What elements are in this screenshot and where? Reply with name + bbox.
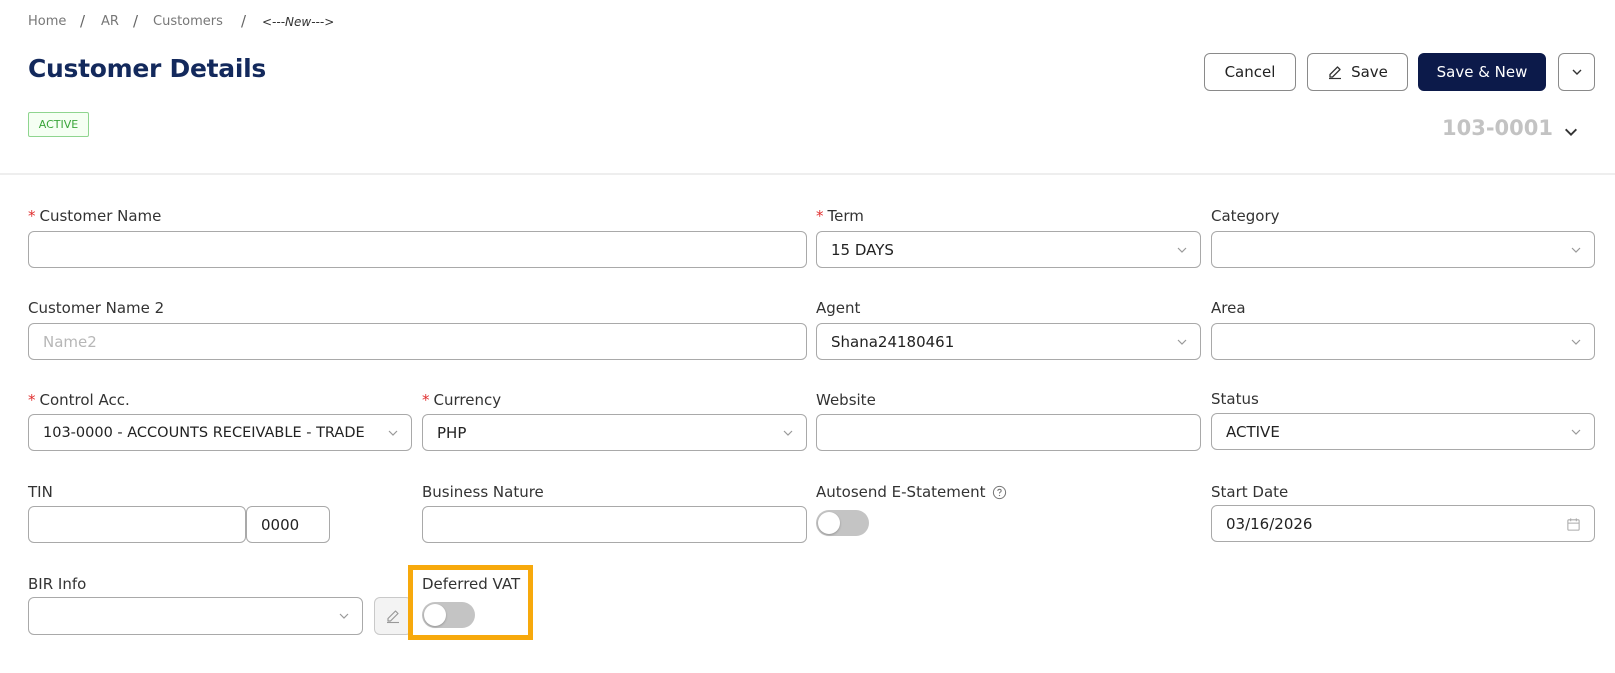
area-select[interactable] <box>1211 323 1595 360</box>
website-input[interactable] <box>816 414 1201 451</box>
breadcrumb-home[interactable]: Home <box>28 13 66 31</box>
term-value: 15 DAYS <box>831 240 894 259</box>
more-actions-button[interactable] <box>1558 53 1595 91</box>
cancel-button-label: Cancel <box>1224 63 1276 81</box>
autosend-label: Autosend E-Statement <box>816 482 1007 502</box>
chevron-down-icon <box>1571 247 1581 253</box>
bir-info-label: BIR Info <box>28 575 87 593</box>
save-button[interactable]: Save <box>1307 53 1408 91</box>
document-number: 103-0001 <box>1442 116 1553 140</box>
business-nature-input[interactable] <box>422 506 807 543</box>
control-acc-label: * Control Acc. <box>28 391 130 409</box>
chevron-down-icon[interactable] <box>1563 124 1579 140</box>
tin-branch-code-value: 0000 <box>261 515 300 534</box>
status-value: ACTIVE <box>1226 422 1280 441</box>
highlight-frame <box>408 565 533 640</box>
business-nature-label: Business Nature <box>422 483 544 501</box>
breadcrumb: Home / AR / Customers / <---New---> <box>0 0 400 40</box>
chevron-down-icon <box>388 430 398 436</box>
bir-info-edit-button[interactable] <box>374 597 412 635</box>
breadcrumb-ar[interactable]: AR <box>101 13 119 31</box>
chevron-down-icon <box>1177 247 1187 253</box>
website-label: Website <box>816 391 876 409</box>
start-date-input[interactable]: 03/16/2026 <box>1211 505 1595 542</box>
tin-input[interactable] <box>28 506 246 543</box>
cancel-button[interactable]: Cancel <box>1204 53 1296 91</box>
required-marker: * <box>816 207 824 225</box>
control-acc-select[interactable]: 103-0000 - ACCOUNTS RECEIVABLE - TRADE <box>28 414 412 451</box>
toggle-knob <box>818 512 840 534</box>
required-marker: * <box>422 391 430 409</box>
save-button-label: Save <box>1351 63 1388 81</box>
customer-name-2-label: Customer Name 2 <box>28 299 165 317</box>
start-date-label: Start Date <box>1211 483 1289 501</box>
chevron-down-icon <box>783 430 793 436</box>
question-circle-icon[interactable] <box>992 485 1007 500</box>
required-marker: * <box>28 207 36 225</box>
status-label: Status <box>1211 390 1259 408</box>
customer-name-input[interactable] <box>28 231 807 268</box>
bir-info-select[interactable] <box>28 597 363 635</box>
autosend-toggle[interactable] <box>816 510 869 536</box>
term-label: * Term <box>816 207 864 225</box>
chevron-down-icon <box>1177 339 1187 345</box>
customer-name-label: * Customer Name <box>28 207 162 225</box>
chevron-down-icon <box>1572 69 1581 75</box>
pencil-icon <box>1329 66 1342 80</box>
customer-name-2-input[interactable]: Name2 <box>28 323 807 360</box>
customer-name-2-placeholder: Name2 <box>43 332 97 351</box>
tin-branch-code-input[interactable]: 0000 <box>246 506 330 543</box>
page-title: Customer Details <box>28 54 266 83</box>
tin-label: TIN <box>28 483 53 501</box>
currency-label: * Currency <box>422 391 502 409</box>
term-select[interactable]: 15 DAYS <box>816 231 1201 268</box>
category-select[interactable] <box>1211 231 1595 268</box>
chevron-down-icon <box>1571 339 1581 345</box>
save-and-new-button-label: Save & New <box>1436 63 1528 81</box>
start-date-value: 03/16/2026 <box>1226 514 1313 533</box>
chevron-down-icon <box>339 613 349 619</box>
chevron-down-icon <box>1571 429 1581 435</box>
required-marker: * <box>28 391 36 409</box>
control-acc-value: 103-0000 - ACCOUNTS RECEIVABLE - TRADE <box>43 424 365 441</box>
agent-select[interactable]: Shana24180461 <box>816 323 1201 360</box>
breadcrumb-current: <---New---> <box>262 15 335 29</box>
breadcrumb-separator: / <box>133 12 139 30</box>
category-label: Category <box>1211 207 1280 225</box>
area-label: Area <box>1211 299 1246 317</box>
breadcrumb-separator: / <box>241 12 247 30</box>
agent-label: Agent <box>816 299 861 317</box>
breadcrumb-separator: / <box>80 12 86 30</box>
currency-value: PHP <box>437 423 467 442</box>
calendar-icon[interactable] <box>1566 517 1581 532</box>
header-divider <box>0 173 1615 175</box>
pencil-icon <box>387 610 399 624</box>
status-select[interactable]: ACTIVE <box>1211 413 1595 450</box>
currency-select[interactable]: PHP <box>422 414 807 451</box>
status-badge: ACTIVE <box>28 112 89 137</box>
agent-value: Shana24180461 <box>831 332 955 351</box>
breadcrumb-customers[interactable]: Customers <box>153 13 223 31</box>
save-and-new-button[interactable]: Save & New <box>1418 53 1546 91</box>
